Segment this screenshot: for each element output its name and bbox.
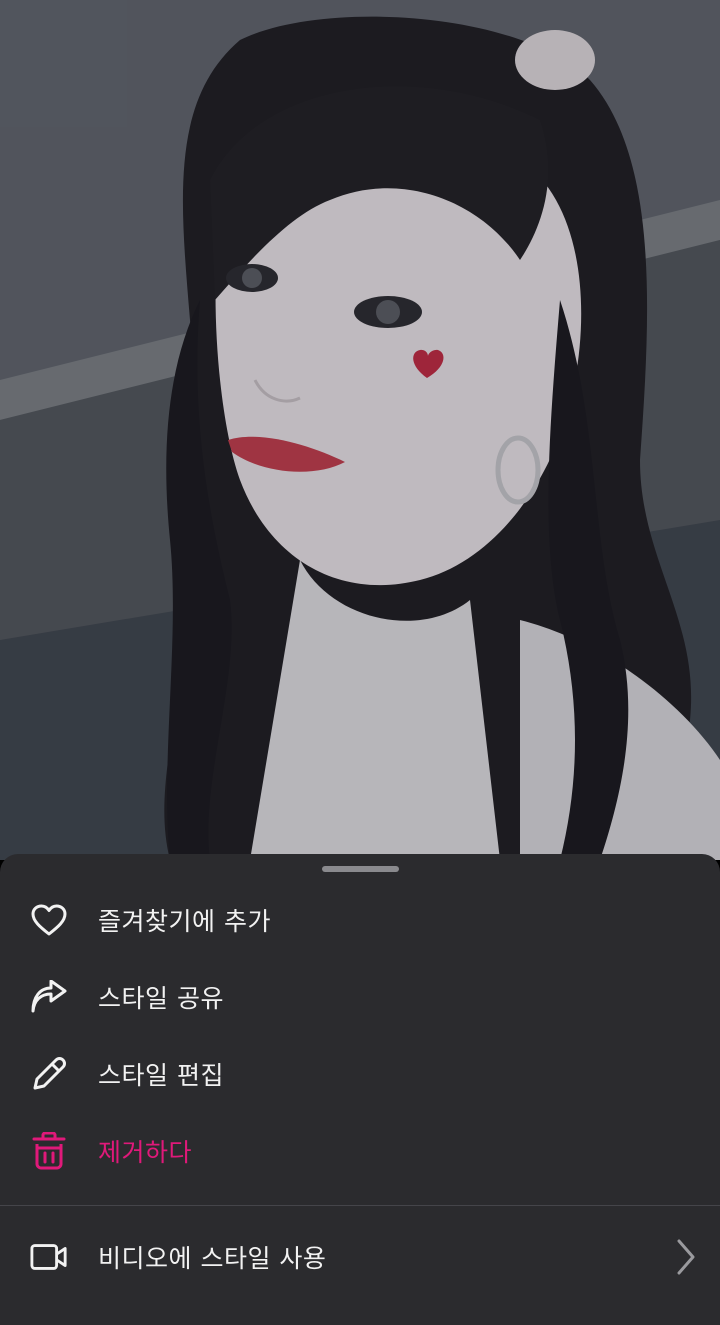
photo-dim-overlay bbox=[0, 0, 720, 860]
style-preview-photo bbox=[0, 0, 720, 860]
edit-style-button[interactable]: 스타일 편집 bbox=[0, 1039, 720, 1109]
trash-icon bbox=[30, 1132, 68, 1170]
share-arrow-icon bbox=[30, 978, 68, 1016]
remove-button[interactable]: 제거하다 bbox=[0, 1116, 720, 1186]
use-style-in-video-button[interactable]: 비디오에 스타일 사용 bbox=[0, 1222, 720, 1292]
heart-icon bbox=[30, 901, 68, 939]
video-camera-icon bbox=[30, 1238, 68, 1276]
share-style-label: 스타일 공유 bbox=[98, 984, 224, 1013]
add-to-favorites-button[interactable]: 즐겨찾기에 추가 bbox=[0, 885, 720, 955]
sheet-drag-handle[interactable] bbox=[322, 866, 399, 872]
add-to-favorites-label: 즐겨찾기에 추가 bbox=[98, 907, 271, 936]
pencil-icon bbox=[30, 1055, 68, 1093]
share-style-button[interactable]: 스타일 공유 bbox=[0, 962, 720, 1032]
edit-style-label: 스타일 편집 bbox=[98, 1061, 224, 1090]
remove-label: 제거하다 bbox=[98, 1138, 193, 1167]
divider bbox=[0, 1205, 720, 1206]
use-style-in-video-label: 비디오에 스타일 사용 bbox=[98, 1244, 327, 1273]
screen: 즐겨찾기에 추가 스타일 공유 스타일 편집 제거하다 비디오에 스타일 사용 bbox=[0, 0, 720, 1325]
chevron-right-icon bbox=[674, 1237, 698, 1277]
style-options-sheet: 즐겨찾기에 추가 스타일 공유 스타일 편집 제거하다 비디오에 스타일 사용 bbox=[0, 854, 720, 1325]
